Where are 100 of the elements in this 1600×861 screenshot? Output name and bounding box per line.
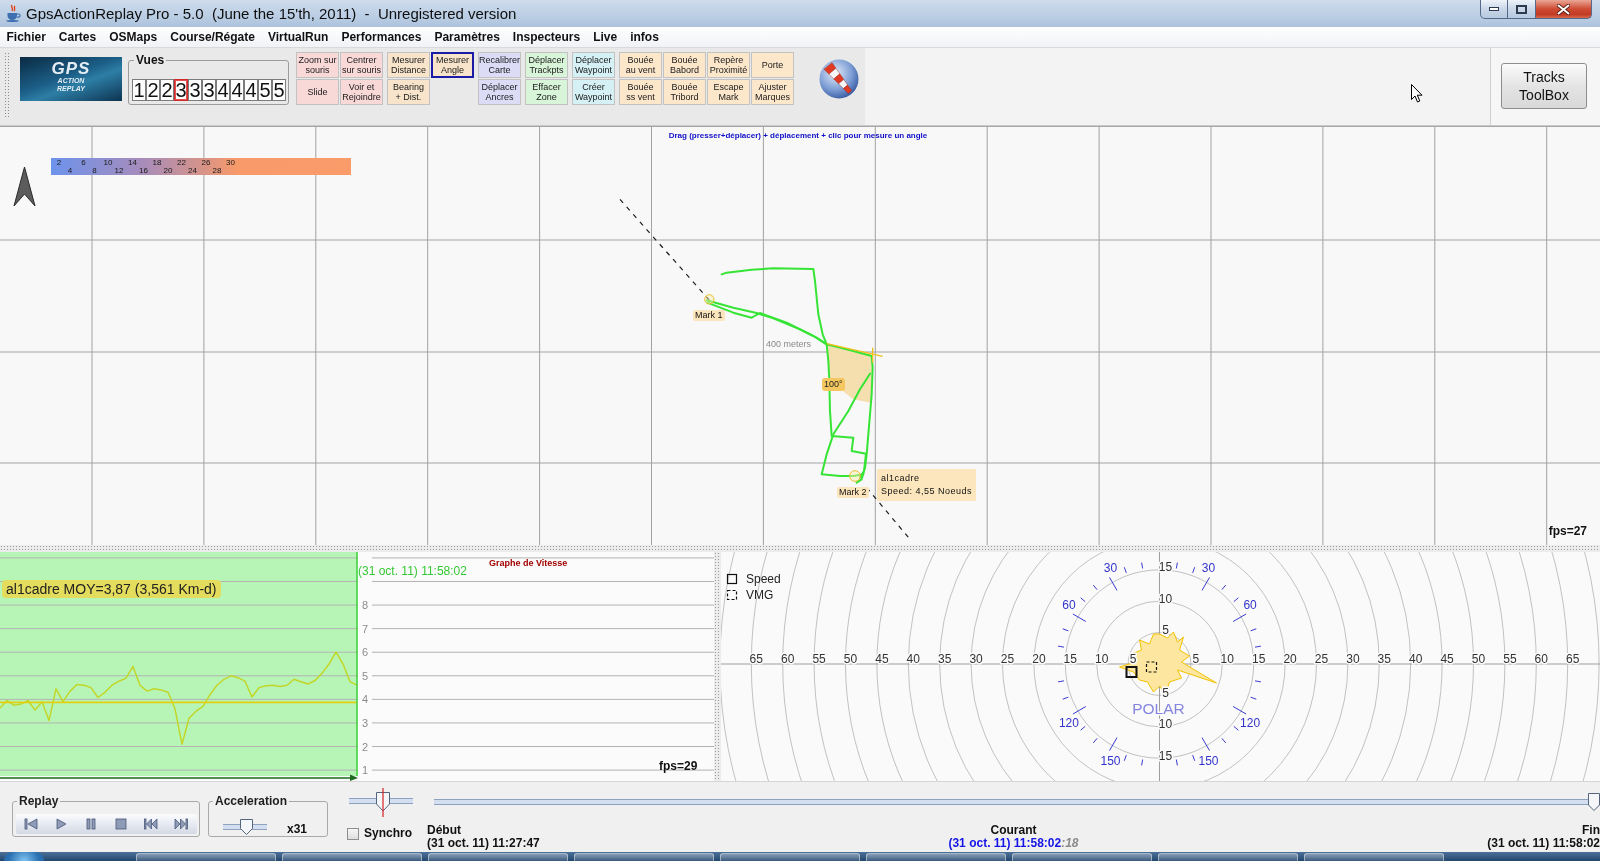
- taskbar-button[interactable]: [428, 853, 568, 861]
- step-back-icon[interactable]: [24, 818, 38, 830]
- maximize-button[interactable]: [1508, 0, 1536, 19]
- tool-button[interactable]: Mesurer Angle: [431, 52, 474, 78]
- fps-counter: fps=27: [1548, 524, 1587, 538]
- tool-button[interactable]: Bouée au vent: [619, 52, 662, 78]
- scale-label: 8: [92, 166, 97, 175]
- synchro-checkbox[interactable]: [347, 827, 359, 840]
- tool-button[interactable]: Déplacer Waypoint: [572, 52, 615, 78]
- tool-button[interactable]: Recalibrer Carte: [478, 52, 521, 78]
- view-button[interactable]: 4: [244, 79, 258, 101]
- scale-label: 14: [128, 158, 137, 167]
- tool-button[interactable]: Escape Mark: [707, 79, 750, 105]
- axis-label: 25: [1000, 652, 1015, 666]
- axis-label: 30: [1346, 652, 1360, 666]
- taskbar-button[interactable]: [720, 853, 860, 861]
- tool-button[interactable]: Voir et Rejoindre: [340, 79, 383, 105]
- y-axis-label: 8: [362, 599, 369, 612]
- fast-forward-icon[interactable]: [174, 818, 188, 830]
- angle-label: 150: [1198, 753, 1219, 768]
- angle-tick: [1123, 754, 1127, 762]
- menu-item[interactable]: Live: [586, 27, 624, 47]
- angle-tick: [1109, 737, 1118, 752]
- scale-label: 28: [212, 166, 222, 175]
- tool-button[interactable]: Bearing + Dist.: [387, 79, 430, 105]
- menu-item[interactable]: VirtualRun: [261, 27, 335, 47]
- windsock-icon[interactable]: [819, 59, 859, 99]
- axis-label: 35: [938, 652, 952, 666]
- view-button[interactable]: 3: [188, 79, 202, 101]
- stop-icon[interactable]: [114, 818, 128, 830]
- angle-label: 60: [1243, 598, 1257, 613]
- angle-label: 30: [1103, 561, 1118, 576]
- tool-button[interactable]: Déplacer Trackpts: [525, 52, 568, 78]
- taskbar-button[interactable]: [1012, 853, 1152, 861]
- pause-icon[interactable]: [84, 818, 98, 830]
- logo-title: GPS: [51, 60, 91, 77]
- play-icon[interactable]: [54, 818, 68, 830]
- menu-item[interactable]: OSMaps: [102, 27, 164, 47]
- view-button[interactable]: 2: [146, 79, 160, 101]
- axis-label: 20: [1032, 652, 1046, 666]
- menu-item[interactable]: Paramètres: [427, 27, 507, 47]
- tool-button[interactable]: Centrer sur souris: [340, 52, 383, 78]
- view-button[interactable]: 5: [272, 79, 286, 101]
- slider-thumb[interactable]: [1588, 793, 1600, 811]
- scale-label: 22: [177, 158, 186, 167]
- y-axis-label: 2: [362, 740, 369, 753]
- splitter-bar[interactable]: [0, 545, 1600, 552]
- taskbar-button[interactable]: [1304, 853, 1444, 861]
- tool-button[interactable]: Bouée Babord: [663, 52, 706, 78]
- tool-button[interactable]: Repère Proximité: [707, 52, 750, 78]
- map-view[interactable]: 2 6 10 14 18 22 26 30 4 8 12 16 20 24 28 Drag (presser+déplacer) + déplacement + clic pour mesure un angle Mark 1 Mark 2 400 meters 100° al1cadre Speed: 4,55 Noeuds fps=27: [0, 126, 1600, 545]
- tool-button[interactable]: Mesurer Distance: [387, 52, 430, 78]
- scale-label: 12: [114, 166, 124, 175]
- time-value: (31 oct. 11) 11:27:47: [427, 837, 541, 850]
- mark-icon[interactable]: [704, 294, 715, 305]
- tool-button[interactable]: Créer Waypoint: [572, 79, 615, 105]
- menu-item[interactable]: Inspecteurs: [506, 27, 587, 47]
- view-button[interactable]: 3: [174, 79, 188, 101]
- angle-tick: [1123, 566, 1127, 574]
- view-button[interactable]: 4: [216, 79, 230, 101]
- taskbar-button[interactable]: [282, 853, 422, 861]
- slider-thumb[interactable]: [240, 819, 254, 835]
- menu-item[interactable]: Performances: [334, 27, 428, 47]
- north-arrow-icon: [13, 166, 36, 207]
- taskbar-button[interactable]: [136, 853, 276, 861]
- minimize-button[interactable]: [1480, 0, 1508, 19]
- angle-tick: [1072, 613, 1087, 622]
- tool-button[interactable]: Porte: [751, 52, 794, 78]
- rewind-icon[interactable]: [144, 818, 158, 830]
- tracks-toolbox-button[interactable]: Tracks ToolBox: [1501, 63, 1587, 109]
- taskbar-button[interactable]: [1158, 853, 1298, 861]
- view-button[interactable]: 3: [202, 79, 216, 101]
- square-icon: [726, 573, 738, 585]
- view-button[interactable]: 5: [258, 79, 272, 101]
- tool-button[interactable]: Bouée Tribord: [663, 79, 706, 105]
- menu-item[interactable]: Cartes: [52, 27, 103, 47]
- taskbar-button[interactable]: [574, 853, 714, 861]
- view-button[interactable]: 4: [230, 79, 244, 101]
- taskbar-button[interactable]: [866, 853, 1006, 861]
- y-axis-label: 5: [362, 669, 369, 682]
- menu-item[interactable]: Fichier: [0, 27, 53, 47]
- splitter-bar[interactable]: [714, 552, 721, 781]
- tool-button[interactable]: Zoom sur souris: [296, 52, 339, 78]
- view-button[interactable]: 1: [132, 79, 146, 101]
- axis-label: 5: [1162, 622, 1169, 637]
- menu-item[interactable]: Course/Régate: [163, 27, 262, 47]
- axis-label: 40: [906, 652, 920, 666]
- y-axis-label: 6: [362, 646, 369, 659]
- start-button[interactable]: [4, 852, 44, 861]
- menu-item[interactable]: infos: [623, 27, 666, 47]
- view-button[interactable]: 2: [160, 79, 174, 101]
- tool-button[interactable]: Déplacer Ancres: [478, 79, 521, 105]
- tool-button[interactable]: Slide: [296, 79, 339, 105]
- axis-label: 5: [1192, 652, 1200, 666]
- tool-button[interactable]: Effacer Zone: [525, 79, 568, 105]
- axis-label: 45: [875, 652, 889, 666]
- tool-button[interactable]: Bouée ss vent: [619, 79, 662, 105]
- slider-thumb[interactable]: [376, 788, 390, 817]
- tool-button[interactable]: Ajuster Marques: [751, 79, 794, 105]
- close-button[interactable]: [1536, 0, 1592, 19]
